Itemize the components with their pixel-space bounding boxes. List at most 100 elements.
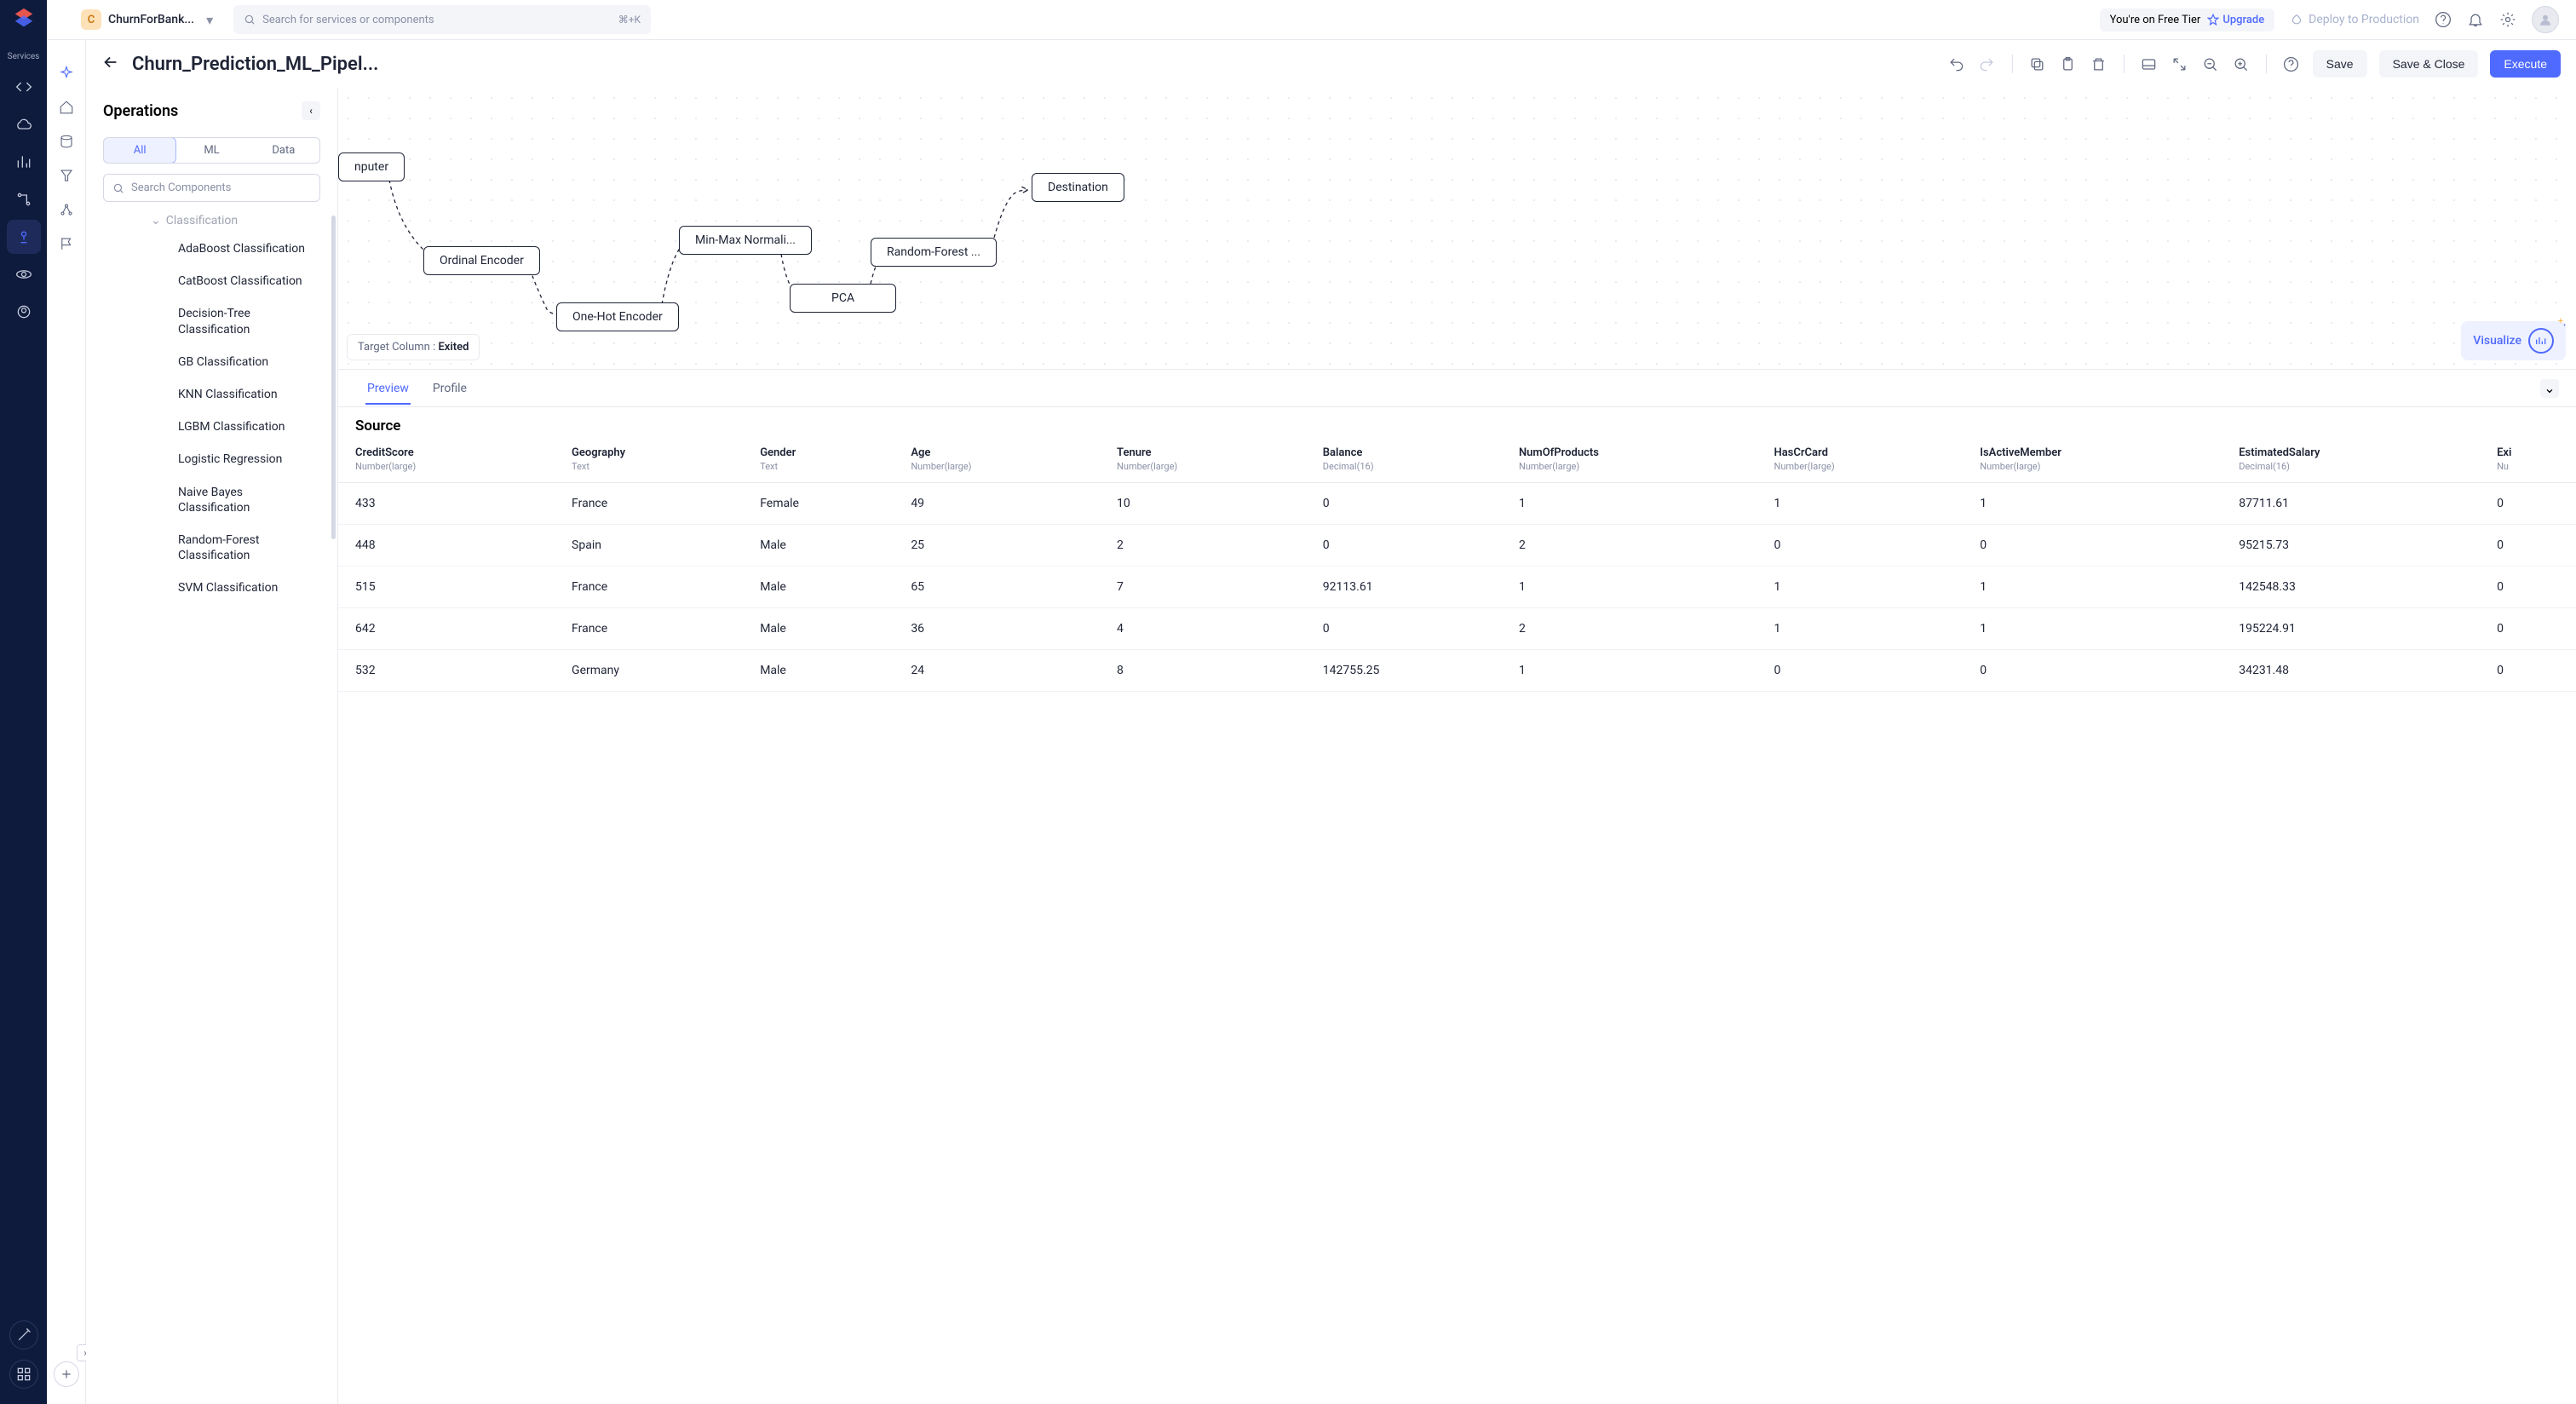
operations-tabs: All ML Data (103, 137, 320, 164)
expand-icon[interactable] (2171, 55, 2189, 73)
ops-item[interactable]: Random-Forest Classification (178, 524, 329, 572)
rail2-graph-icon[interactable] (52, 195, 81, 224)
tab-profile[interactable]: Profile (421, 372, 479, 405)
deploy-button[interactable]: Deploy to Production (2290, 13, 2419, 26)
cell: 2 (1107, 525, 1313, 567)
redo-icon[interactable] (1978, 55, 1997, 73)
ops-item[interactable]: Naive Bayes Classification (178, 476, 329, 524)
undo-icon[interactable] (1947, 55, 1966, 73)
nav-apps-icon[interactable] (9, 1360, 38, 1389)
rail2-database-icon[interactable] (52, 127, 81, 156)
bell-icon[interactable] (2467, 11, 2484, 28)
ops-item[interactable]: Logistic Regression (178, 443, 329, 475)
page-header: Churn_Prediction_ML_Pipel... Save Save &… (86, 40, 2576, 88)
ops-item[interactable]: LGBM Classification (178, 411, 329, 443)
save-button[interactable]: Save (2313, 50, 2367, 78)
pipeline-canvas[interactable]: nputer Ordinal Encoder One-Hot Encoder M… (338, 88, 2576, 369)
components-search[interactable]: Search Components (103, 174, 320, 202)
chevron-down-icon: ▾ (206, 12, 213, 28)
upgrade-link[interactable]: Upgrade (2207, 14, 2264, 26)
table-row[interactable]: 448SpainMale252020095215.730 (338, 525, 2576, 567)
project-selector[interactable]: C ChurnForBank... ▾ (72, 4, 221, 35)
node-ordinal-encoder[interactable]: Ordinal Encoder (423, 246, 540, 275)
gear-icon[interactable] (2499, 11, 2516, 28)
nav-code-icon[interactable] (7, 70, 41, 104)
cell: 8 (1107, 650, 1313, 692)
table-row[interactable]: 433FranceFemale4910011187711.610 (338, 483, 2576, 525)
nav-analytics-icon[interactable] (7, 145, 41, 179)
ops-item[interactable]: Decision-Tree Classification (178, 297, 329, 345)
save-close-button[interactable]: Save & Close (2379, 50, 2479, 78)
column-header[interactable]: AgeNumber(large) (900, 440, 1107, 483)
column-header[interactable]: HasCrCardNumber(large) (1763, 440, 1969, 483)
ops-item[interactable]: KNN Classification (178, 378, 329, 411)
node-destination[interactable]: Destination (1032, 173, 1124, 202)
zoom-out-icon[interactable] (2201, 55, 2220, 73)
nav-pipeline-icon[interactable] (7, 220, 41, 254)
collapse-panel-icon[interactable]: ‹ (302, 101, 320, 120)
table-row[interactable]: 642FranceMale3640211195224.910 (338, 608, 2576, 650)
column-header[interactable]: EstimatedSalaryDecimal(16) (2228, 440, 2487, 483)
visualize-button[interactable]: Visualize (2461, 321, 2566, 360)
column-header[interactable]: GeographyText (561, 440, 750, 483)
panel-icon[interactable] (2140, 55, 2159, 73)
column-header[interactable]: ExiNu (2487, 440, 2576, 483)
back-button[interactable] (101, 53, 120, 75)
column-header[interactable]: GenderText (750, 440, 900, 483)
node-random-forest[interactable]: Random-Forest ... (871, 238, 997, 267)
nav-workspace-icon[interactable] (7, 295, 41, 329)
help-header-icon[interactable] (2282, 55, 2301, 73)
column-header[interactable]: NumOfProductsNumber(large) (1509, 440, 1764, 483)
execute-button[interactable]: Execute (2490, 50, 2561, 78)
ops-item[interactable]: SVM Classification (178, 572, 329, 604)
table-row[interactable]: 532GermanyMale248142755.2510034231.480 (338, 650, 2576, 692)
scroll-thumb[interactable] (331, 216, 336, 539)
clipboard-icon[interactable] (2059, 55, 2078, 73)
nav-cloud-icon[interactable] (7, 107, 41, 141)
ops-item[interactable]: GB Classification (178, 346, 329, 378)
nav-magic-icon[interactable] (9, 1321, 38, 1349)
cell: 1 (1763, 567, 1969, 608)
expand-panel-icon[interactable]: ⌄ (2540, 379, 2559, 398)
cell: Spain (561, 525, 750, 567)
cell: 1 (1969, 567, 2228, 608)
ops-item[interactable]: AdaBoost Classification (178, 233, 329, 265)
rail2-funnel-icon[interactable] (52, 161, 81, 190)
node-onehot-encoder[interactable]: One-Hot Encoder (556, 302, 679, 331)
help-icon[interactable] (2435, 11, 2452, 28)
column-header[interactable]: CreditScoreNumber(large) (338, 440, 561, 483)
rail2-home-icon[interactable] (52, 93, 81, 122)
nav-flow-icon[interactable] (7, 182, 41, 216)
rail2-flag-icon[interactable] (52, 229, 81, 258)
column-header[interactable]: BalanceDecimal(16) (1313, 440, 1509, 483)
cell: 142548.33 (2228, 567, 2487, 608)
avatar[interactable] (2532, 6, 2559, 33)
cell: 0 (2487, 650, 2576, 692)
copy-icon[interactable] (2028, 55, 2047, 73)
node-imputer[interactable]: nputer (338, 152, 405, 181)
table-row[interactable]: 515FranceMale65792113.61111142548.330 (338, 567, 2576, 608)
category-classification[interactable]: ⌄ Classification (103, 209, 329, 233)
tab-preview[interactable]: Preview (355, 372, 421, 405)
nav-orbit-icon[interactable] (7, 257, 41, 291)
cell: 1 (1763, 483, 1969, 525)
column-header[interactable]: TenureNumber(large) (1107, 440, 1313, 483)
zoom-in-icon[interactable] (2232, 55, 2251, 73)
trash-icon[interactable] (2090, 55, 2108, 73)
rail2-sparkle-icon[interactable] (52, 59, 81, 88)
node-minmax-normalizer[interactable]: Min-Max Normali... (679, 226, 812, 255)
cell: 87711.61 (2228, 483, 2487, 525)
cell: 1 (1969, 608, 2228, 650)
chevron-down-icon: ⌄ (151, 214, 161, 227)
tab-data[interactable]: Data (248, 138, 319, 163)
node-pca[interactable]: PCA (790, 284, 896, 313)
cell: 95215.73 (2228, 525, 2487, 567)
tab-ml[interactable]: ML (175, 138, 247, 163)
cell: 1 (1509, 567, 1764, 608)
tab-all[interactable]: All (103, 137, 176, 164)
global-search[interactable]: Search for services or components ⌘+K (233, 5, 651, 34)
column-header[interactable]: IsActiveMemberNumber(large) (1969, 440, 2228, 483)
rail2-add-button[interactable] (54, 1361, 79, 1387)
ops-item[interactable]: CatBoost Classification (178, 265, 329, 297)
cell: 0 (2487, 567, 2576, 608)
